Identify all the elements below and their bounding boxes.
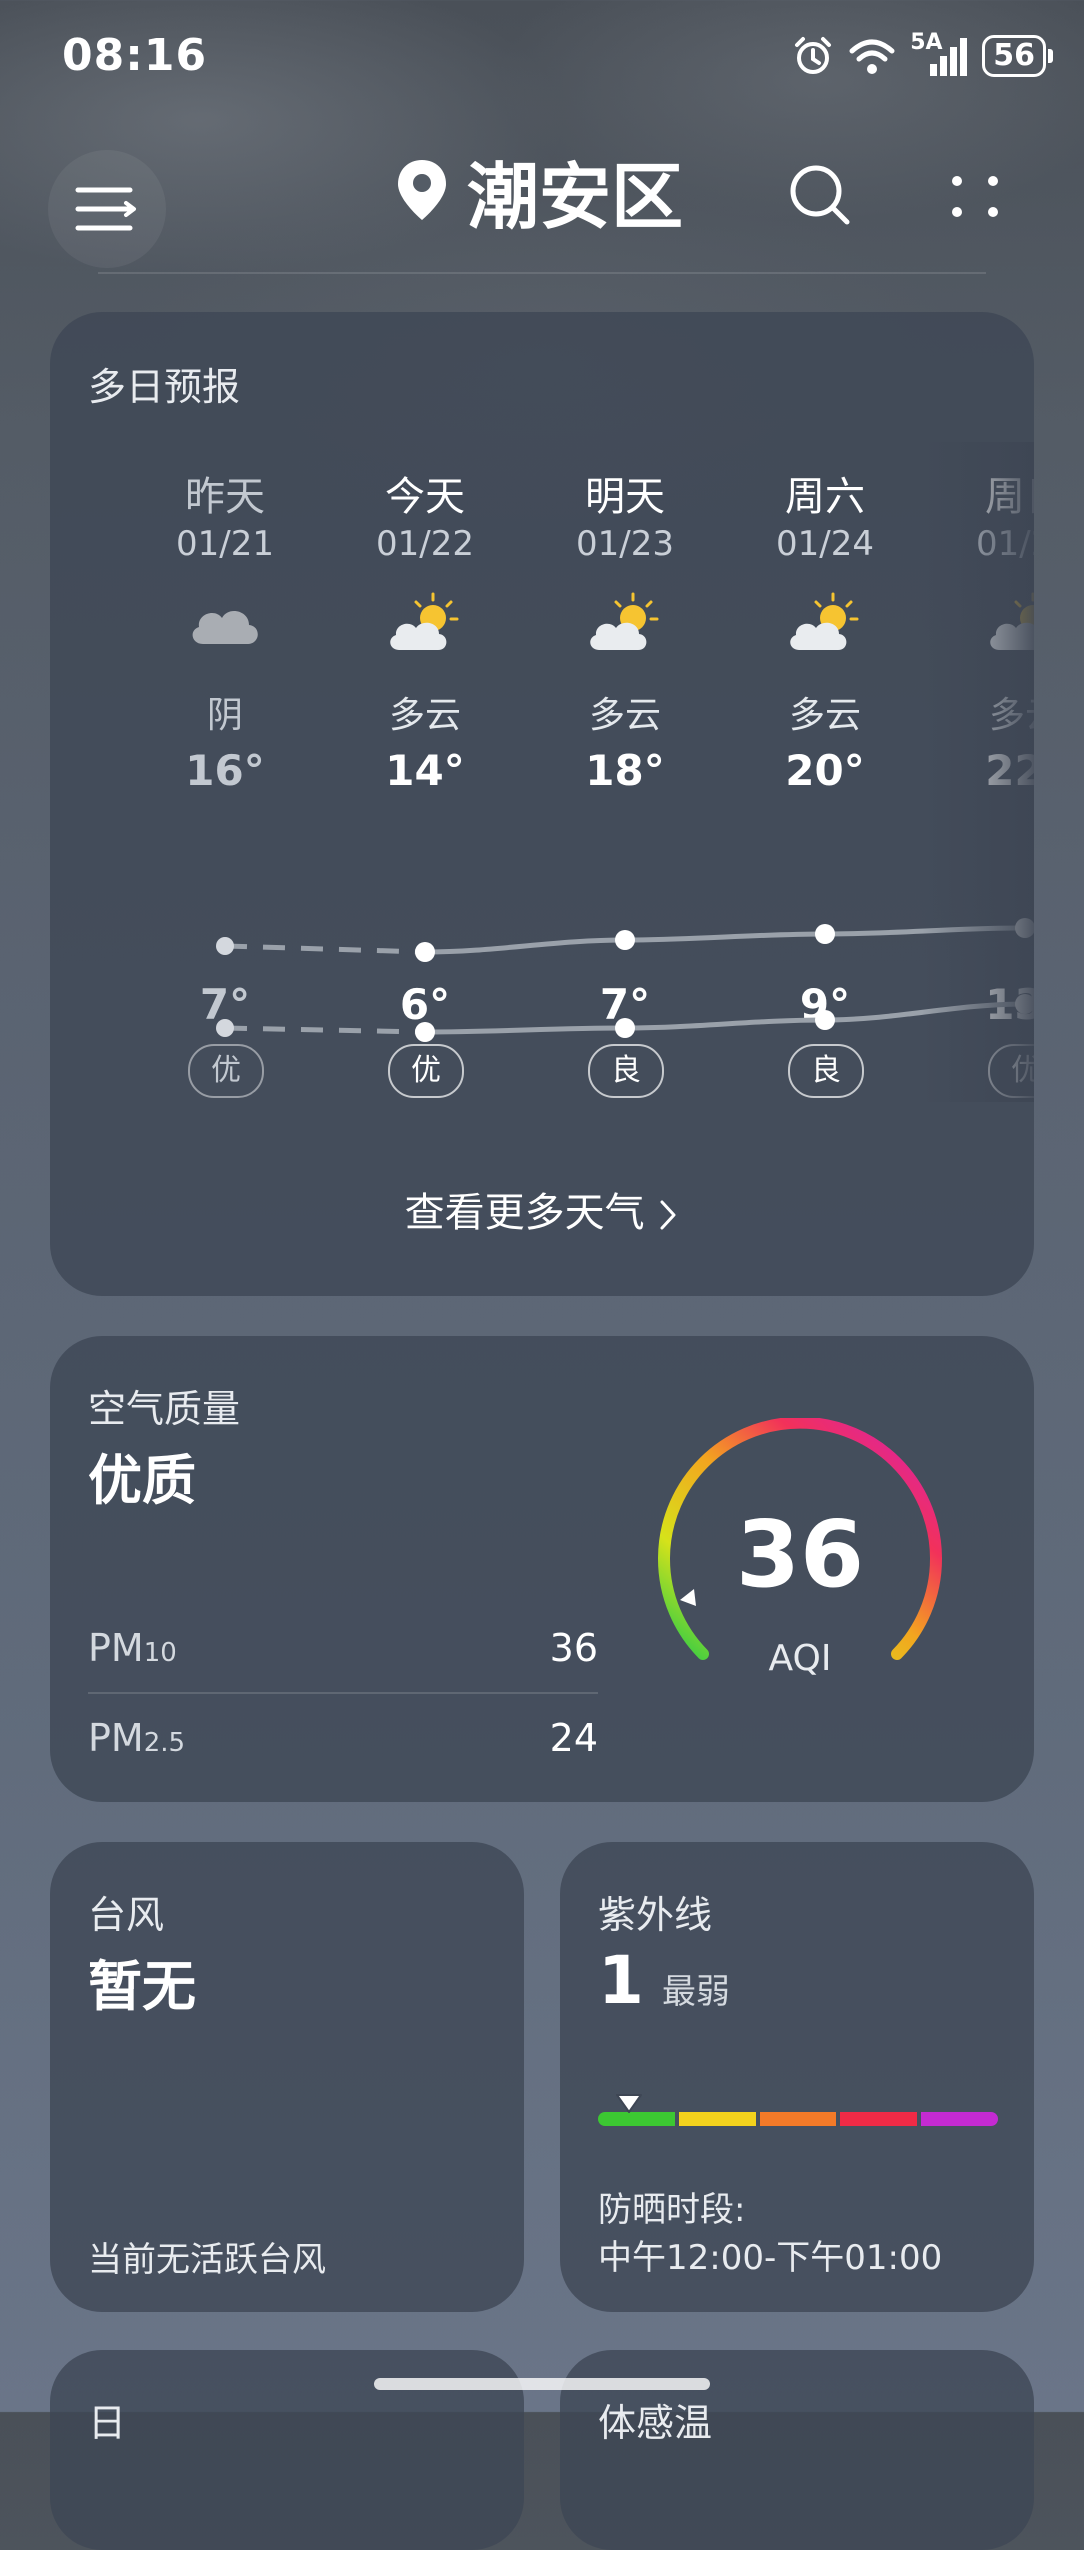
pm-divider bbox=[88, 1692, 598, 1694]
low-temp-point bbox=[1015, 994, 1034, 1014]
uv-protection-time: 中午12:00-下午01:00 bbox=[598, 2238, 943, 2278]
pm10-label: PM bbox=[88, 1626, 144, 1670]
high-temp-point bbox=[1015, 918, 1034, 938]
uv-scale-segment bbox=[678, 2112, 756, 2126]
pm25-subscript: 2.5 bbox=[143, 1728, 186, 1758]
wifi-icon bbox=[849, 39, 895, 74]
forecast-days[interactable]: 昨天 01/21 阴 16° 7° 优 今天 01/22 多云 14° 6° 优… bbox=[50, 312, 1034, 1296]
cellular-signal-icon: 5A bbox=[910, 30, 968, 78]
pm10-row: PM10 36 bbox=[88, 1626, 598, 1670]
high-temp-past-segment bbox=[224, 943, 426, 955]
home-indicator[interactable] bbox=[374, 2378, 710, 2390]
typhoon-status: 暂无 bbox=[88, 1955, 196, 2018]
status-icons: 5A 56 bbox=[792, 30, 1053, 80]
low-temp-point bbox=[615, 1018, 635, 1038]
uv-scale-segment bbox=[840, 2112, 918, 2126]
aqi-gauge: 36 AQI bbox=[658, 1418, 942, 1679]
pm25-label: PM bbox=[88, 1716, 144, 1760]
aqi-unit-label: AQI bbox=[769, 1638, 832, 1679]
aqi-value: 36 bbox=[736, 1501, 864, 1608]
low-temp-point bbox=[216, 1019, 234, 1037]
typhoon-card[interactable]: 台风 暂无 当前无活跃台风 bbox=[50, 1842, 524, 2312]
temperature-trend-chart bbox=[216, 918, 1034, 1042]
uv-index-block: 1 最弱 bbox=[598, 1942, 730, 2019]
pm10-subscript: 10 bbox=[143, 1638, 177, 1668]
low-temp-past-segment bbox=[224, 1025, 426, 1035]
status-time: 08:16 bbox=[62, 30, 208, 81]
high-temp-point bbox=[216, 937, 234, 955]
forecast-card: 多日预报 昨天 01/21 阴 16° 7° 优 今天 01/22 多云 14°… bbox=[50, 312, 1034, 1296]
chevron-right-icon bbox=[660, 1200, 676, 1230]
low-temp-point bbox=[415, 1022, 435, 1042]
city-name: 潮安区 bbox=[467, 154, 684, 239]
uv-index: 1 bbox=[598, 1942, 644, 2019]
high-temp-point bbox=[415, 942, 435, 962]
typhoon-title: 台风 bbox=[88, 1893, 165, 1937]
search-icon bbox=[790, 165, 850, 225]
uv-scale-bar bbox=[598, 2112, 998, 2126]
aqi-gauge-pointer bbox=[680, 1589, 696, 1606]
more-dots-icon bbox=[952, 176, 998, 217]
more-options-button[interactable] bbox=[920, 140, 1030, 250]
air-quality-level: 优质 bbox=[88, 1449, 196, 1512]
high-temp-point bbox=[615, 930, 635, 950]
more-weather-link[interactable]: 查看更多天气 bbox=[222, 1180, 862, 1238]
header-divider bbox=[98, 272, 986, 274]
high-temp-line bbox=[424, 925, 1034, 955]
uv-title: 紫外线 bbox=[598, 1893, 713, 1937]
typhoon-note: 当前无活跃台风 bbox=[88, 2240, 326, 2280]
pm10-value: 36 bbox=[549, 1626, 598, 1670]
menu-button[interactable] bbox=[48, 150, 166, 268]
battery-indicator: 56 bbox=[982, 35, 1053, 77]
high-temp-point bbox=[815, 924, 835, 944]
pm25-row: PM2.5 24 bbox=[88, 1716, 598, 1760]
sunrise-card-title: 日 bbox=[88, 2401, 127, 2445]
uv-level-marker-icon bbox=[616, 2094, 642, 2113]
air-quality-card[interactable]: 空气质量 优质 PM10 36 PM2.5 24 36 AQI bbox=[50, 1336, 1034, 1802]
feels-like-card-title: 体感温 bbox=[598, 2401, 713, 2445]
uv-protection-label: 防晒时段: bbox=[598, 2190, 746, 2230]
low-temp-line bbox=[424, 1001, 1034, 1035]
uv-card[interactable]: 紫外线 1 最弱 防晒时段: 中午12:00-下午01:00 bbox=[560, 1842, 1034, 2312]
uv-scale-segment bbox=[759, 2112, 837, 2126]
uv-level: 最弱 bbox=[661, 1972, 730, 2012]
low-temp-point bbox=[815, 1010, 835, 1030]
menu-icon bbox=[75, 187, 136, 231]
pm25-value: 24 bbox=[549, 1716, 598, 1760]
location-pin-icon bbox=[398, 160, 446, 220]
more-weather-label: 查看更多天气 bbox=[404, 1190, 645, 1236]
air-quality-title: 空气质量 bbox=[88, 1387, 241, 1431]
uv-scale-segment bbox=[921, 2112, 998, 2126]
alarm-icon bbox=[795, 37, 832, 74]
city-selector[interactable]: 潮安区 bbox=[395, 140, 683, 240]
search-button[interactable] bbox=[764, 140, 874, 250]
